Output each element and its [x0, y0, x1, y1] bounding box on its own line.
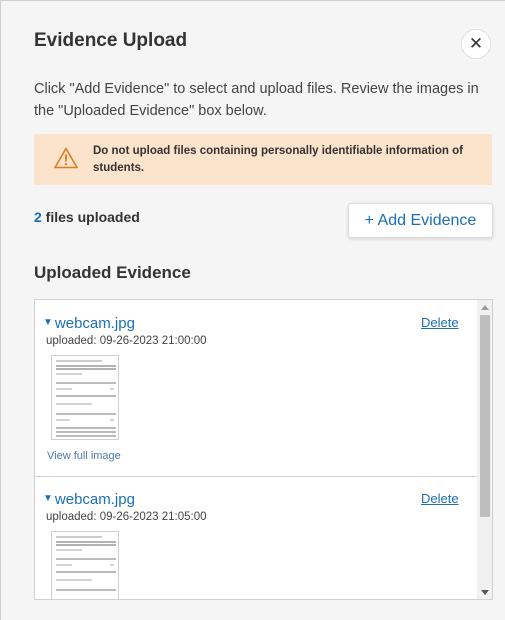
- uploaded-evidence-heading: Uploaded Evidence: [34, 263, 191, 282]
- dialog-title: Evidence Upload: [34, 30, 188, 51]
- scrollbar-thumb[interactable]: [480, 315, 490, 517]
- expand-triangle-icon: ▼: [43, 317, 53, 328]
- evidence-upload-panel: Evidence Upload ✕ Click "Add Evidence" t…: [0, 0, 505, 620]
- delete-link[interactable]: Delete: [421, 315, 459, 330]
- pii-warning-banner: Do not upload files containing personall…: [34, 134, 492, 185]
- evidence-thumbnail[interactable]: [51, 355, 119, 440]
- intro-text: Click "Add Evidence" to select and uploa…: [34, 81, 479, 119]
- add-evidence-button[interactable]: + Add Evidence: [348, 203, 493, 238]
- scroll-down-arrow-icon[interactable]: [477, 585, 492, 599]
- scroll-up-arrow-icon[interactable]: [477, 300, 492, 314]
- warning-text: Do not upload files containing personall…: [93, 145, 463, 174]
- files-count-label: files uploaded: [41, 209, 140, 225]
- files-count-number: 2: [34, 209, 42, 225]
- files-uploaded-count: 2 files uploaded: [34, 209, 140, 225]
- warning-triangle-icon: [54, 147, 78, 169]
- document-thumbnail-icon: [52, 356, 118, 439]
- evidence-scrollbar[interactable]: [477, 300, 492, 599]
- file-name-link[interactable]: ▼ webcam.jpg: [43, 491, 135, 508]
- upload-timestamp: uploaded: 09-26-2023 21:05:00: [46, 511, 207, 523]
- delete-link[interactable]: Delete: [421, 491, 459, 506]
- list-item: ▼ webcam.jpg Delete uploaded: 09-26-2023 …: [35, 477, 477, 599]
- list-item: ▼ webcam.jpg Delete uploaded: 09-26-2023 …: [35, 300, 477, 477]
- document-thumbnail-icon: [52, 532, 118, 599]
- close-button[interactable]: ✕: [461, 29, 491, 59]
- uploaded-evidence-list[interactable]: ▼ webcam.jpg Delete uploaded: 09-26-2023 …: [34, 299, 493, 600]
- evidence-thumbnail[interactable]: [51, 531, 119, 599]
- file-name-link[interactable]: ▼ webcam.jpg: [43, 315, 135, 332]
- view-full-image-link[interactable]: View full image: [47, 450, 121, 462]
- upload-timestamp: uploaded: 09-26-2023 21:00:00: [46, 335, 207, 347]
- expand-triangle-icon: ▼: [43, 493, 53, 504]
- close-icon: ✕: [468, 34, 484, 53]
